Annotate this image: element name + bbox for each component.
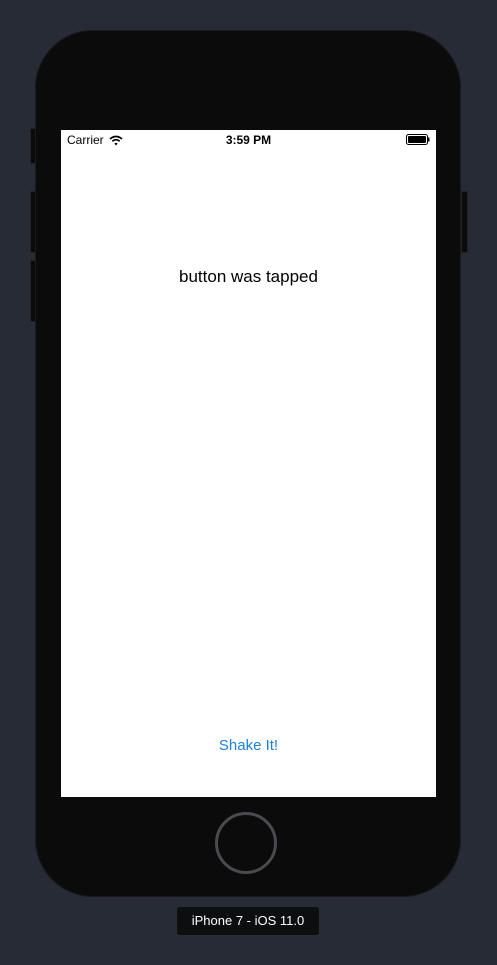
status-message-label: button was tapped — [179, 267, 318, 286]
simulator-window: Carrier 3:59 PM button was tapped Shake … — [0, 0, 497, 965]
device-screen: Carrier 3:59 PM button was tapped Shake … — [61, 130, 436, 797]
status-bar: Carrier 3:59 PM — [61, 130, 436, 150]
device-name-label: iPhone 7 - iOS 11.0 — [177, 907, 319, 935]
power-button[interactable] — [461, 191, 468, 253]
battery-full-icon — [406, 134, 430, 145]
status-time: 3:59 PM — [225, 133, 272, 147]
shake-it-button[interactable]: Shake It! — [198, 733, 299, 757]
home-button[interactable] — [215, 812, 277, 874]
